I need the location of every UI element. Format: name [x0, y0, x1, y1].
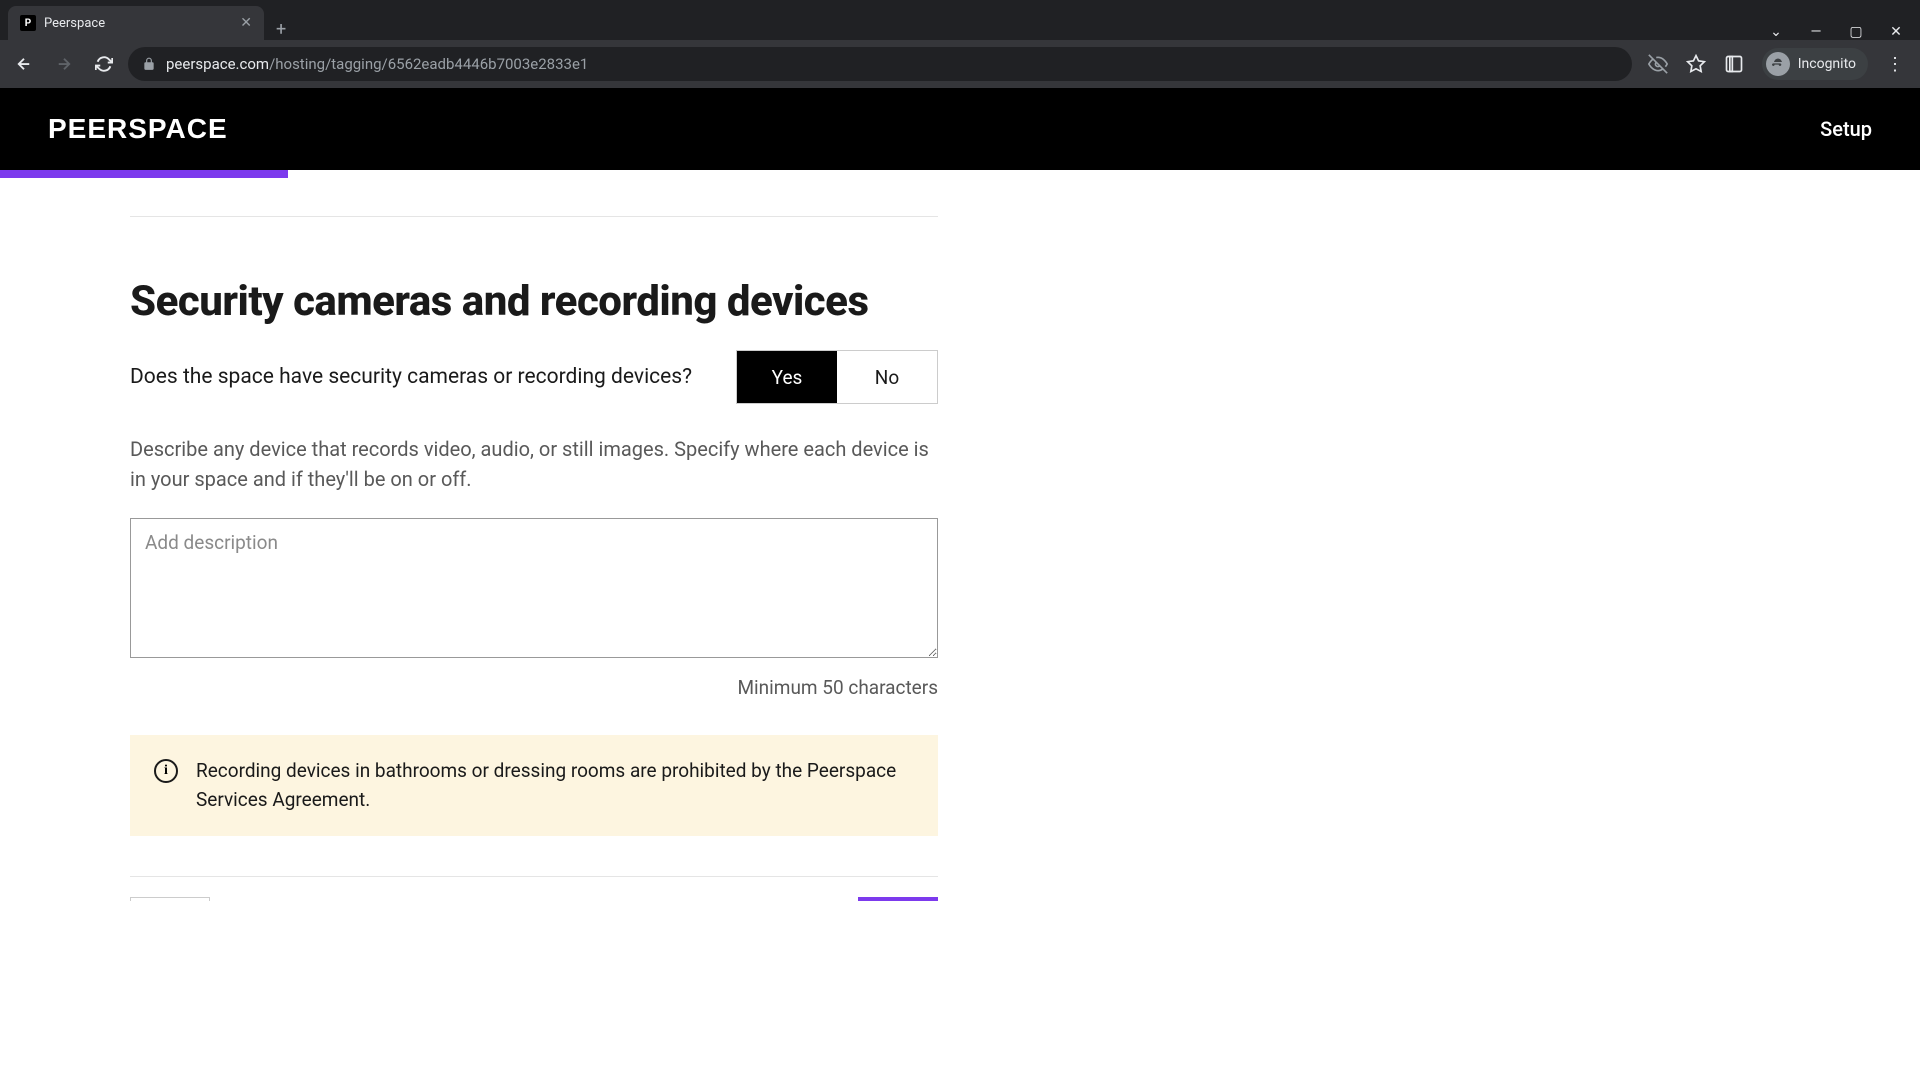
- info-icon: i: [154, 759, 178, 783]
- incognito-icon: [1766, 52, 1790, 76]
- page-title: Security cameras and recording devices: [130, 277, 938, 326]
- main-content: Security cameras and recording devices D…: [130, 178, 938, 901]
- lock-icon: [142, 57, 156, 71]
- incognito-label: Incognito: [1798, 56, 1856, 72]
- divider: [130, 216, 938, 217]
- page-viewport: PEERSPACE Setup Security cameras and rec…: [0, 88, 1920, 1080]
- browser-chrome: P Peerspace ✕ + ⌄ — ▢ ✕ peerspace.com/ho…: [0, 0, 1920, 88]
- yes-button[interactable]: Yes: [737, 351, 837, 403]
- favicon: P: [20, 15, 36, 31]
- next-button-partial[interactable]: [858, 897, 938, 901]
- notice-text: Recording devices in bathrooms or dressi…: [196, 757, 914, 814]
- url-bar[interactable]: peerspace.com/hosting/tagging/6562eadb44…: [128, 47, 1632, 81]
- close-window-icon[interactable]: ✕: [1888, 24, 1904, 40]
- maximize-icon[interactable]: ▢: [1848, 24, 1864, 40]
- back-button-partial[interactable]: [130, 897, 210, 901]
- bottom-nav: [130, 897, 938, 901]
- url-text: peerspace.com/hosting/tagging/6562eadb44…: [166, 55, 588, 73]
- reload-button[interactable]: [88, 48, 120, 80]
- menu-icon[interactable]: ⋮: [1886, 54, 1904, 75]
- notice-banner: i Recording devices in bathrooms or dres…: [130, 735, 938, 836]
- eye-off-icon[interactable]: [1648, 54, 1668, 74]
- instruction-text: Describe any device that records video, …: [130, 434, 938, 494]
- setup-link[interactable]: Setup: [1820, 117, 1872, 141]
- yes-no-toggle: Yes No: [736, 350, 938, 404]
- site-header: PEERSPACE Setup: [0, 88, 1920, 170]
- close-tab-icon[interactable]: ✕: [240, 15, 252, 31]
- star-icon[interactable]: [1686, 54, 1706, 74]
- no-button[interactable]: No: [837, 351, 937, 403]
- back-button[interactable]: [8, 48, 40, 80]
- address-bar: peerspace.com/hosting/tagging/6562eadb44…: [0, 40, 1920, 88]
- minimize-icon[interactable]: —: [1808, 24, 1824, 40]
- chevron-down-icon[interactable]: ⌄: [1768, 24, 1784, 40]
- extensions-icon[interactable]: [1724, 54, 1744, 74]
- description-input[interactable]: [130, 518, 938, 658]
- question-text: Does the space have security cameras or …: [130, 365, 692, 389]
- forward-button[interactable]: [48, 48, 80, 80]
- logo[interactable]: PEERSPACE: [48, 113, 228, 145]
- question-row: Does the space have security cameras or …: [130, 350, 938, 404]
- incognito-badge[interactable]: Incognito: [1762, 48, 1868, 80]
- progress-bar: [0, 170, 1920, 178]
- divider: [130, 876, 938, 877]
- progress-fill: [0, 170, 288, 178]
- tab-bar: P Peerspace ✕ + ⌄ — ▢ ✕: [0, 0, 1920, 40]
- new-tab-button[interactable]: +: [264, 19, 298, 40]
- character-hint: Minimum 50 characters: [130, 676, 938, 699]
- browser-tab[interactable]: P Peerspace ✕: [8, 6, 264, 40]
- tab-title: Peerspace: [44, 16, 232, 31]
